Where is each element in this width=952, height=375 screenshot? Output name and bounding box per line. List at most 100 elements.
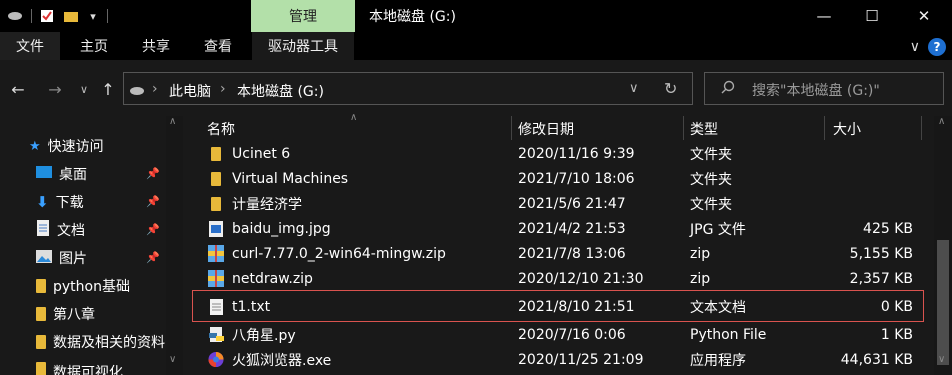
drive-icon [129, 84, 145, 100]
column-divider[interactable] [921, 116, 922, 140]
file-date: 2021/8/10 21:51 [518, 298, 635, 315]
properties-icon[interactable] [37, 0, 57, 32]
file-type: 文本文档 [690, 299, 746, 316]
file-type: Python File [690, 326, 767, 343]
folder-icon [208, 170, 224, 187]
sidebar-item-label: 数据及相关的资料 [53, 335, 165, 351]
column-divider[interactable] [824, 116, 825, 140]
file-row-selected[interactable]: t1.txt 2021/8/10 21:51 文本文档 0 KB [192, 290, 924, 322]
search-box[interactable]: 搜索"本地磁盘 (G:)" [704, 72, 944, 105]
breadcrumb-separator[interactable]: › [220, 81, 226, 97]
file-row[interactable]: baidu_img.jpg 2021/4/2 21:53 JPG 文件 425 … [188, 216, 926, 241]
zip-file-icon [208, 270, 224, 287]
pin-icon[interactable]: 📌 [146, 167, 160, 180]
scroll-down-icon[interactable]: ∨ [169, 354, 176, 365]
column-divider[interactable] [511, 116, 512, 140]
file-name: 火狐浏览器.exe [232, 352, 332, 369]
folder-icon [36, 362, 46, 375]
expand-ribbon-button[interactable]: ∨ [910, 39, 920, 55]
tab-share[interactable]: 共享 [128, 32, 184, 60]
tab-drive-tools[interactable]: 驱动器工具 [252, 32, 354, 60]
file-list-scrollbar[interactable]: ∧ ∨ [934, 116, 952, 375]
column-divider[interactable] [683, 116, 684, 140]
file-row[interactable]: 计量经济学 2021/5/6 21:47 文件夹 [188, 191, 926, 216]
sidebar-item-label: 下载 [55, 195, 84, 211]
folder-icon [36, 335, 46, 349]
file-name-cell: t1.txt [208, 294, 270, 319]
file-name-cell: Ucinet 6 [208, 141, 290, 166]
sort-indicator-icon: ∧ [350, 112, 358, 123]
document-icon [36, 220, 50, 240]
tab-file[interactable]: 文件 [0, 32, 60, 60]
column-header-name[interactable]: 名称 [207, 116, 235, 142]
manage-tab[interactable]: 管理 [251, 0, 355, 32]
image-file-icon [208, 220, 224, 237]
search-input[interactable]: 搜索"本地磁盘 (G:)" [752, 80, 880, 100]
file-name: curl-7.77.0_2-win64-mingw.zip [232, 245, 446, 262]
up-button[interactable]: ↑ [97, 78, 119, 100]
file-type: JPG 文件 [690, 221, 746, 238]
customize-toolbar-icon[interactable]: ▾ [85, 0, 101, 32]
scrollbar-thumb[interactable] [937, 240, 949, 365]
sidebar-item-data-materials[interactable]: 数据及相关的资料 [36, 328, 166, 356]
file-name: Virtual Machines [232, 170, 349, 187]
ribbon-tabs: 文件 主页 共享 查看 驱动器工具 ∨ ? [0, 32, 952, 60]
navigation-bar: ← → ∨ ↑ › 此电脑 › 本地磁盘 (G:) ∨ ↻ 搜索"本地磁盘 (G… [0, 60, 952, 116]
pin-icon[interactable]: 📌 [146, 195, 160, 208]
file-row[interactable]: 火狐浏览器.exe 2020/11/25 21:09 应用程序 44,631 K… [188, 347, 926, 372]
column-header-type[interactable]: 类型 [690, 116, 718, 142]
scroll-up-icon[interactable]: ∧ [938, 116, 945, 127]
sidebar-item-label: 桌面 [59, 167, 87, 183]
folder-icon [208, 145, 224, 162]
desktop-icon [36, 166, 52, 182]
forward-button[interactable]: → [44, 78, 66, 100]
file-name: Ucinet 6 [232, 145, 291, 162]
toolbar-divider [107, 9, 108, 23]
file-name-cell: baidu_img.jpg [208, 216, 331, 241]
breadcrumb-drive-g[interactable]: 本地磁盘 (G:) [237, 81, 324, 101]
address-dropdown-button[interactable]: ∨ [629, 81, 639, 96]
column-header-size[interactable]: 大小 [833, 116, 861, 142]
file-type: 文件夹 [690, 171, 732, 188]
drive-icon[interactable] [4, 0, 26, 32]
file-row[interactable]: Ucinet 6 2020/11/16 9:39 文件夹 [188, 141, 926, 166]
address-bar[interactable]: › 此电脑 › 本地磁盘 (G:) ∨ ↻ [123, 72, 693, 105]
tab-view[interactable]: 查看 [190, 32, 246, 60]
file-row[interactable]: curl-7.77.0_2-win64-mingw.zip 2021/7/8 1… [188, 241, 926, 266]
file-name: 八角星.py [232, 327, 296, 344]
file-row[interactable]: Virtual Machines 2021/7/10 18:06 文件夹 [188, 166, 926, 191]
file-date: 2020/11/25 21:09 [518, 351, 644, 368]
ribbon-controls: ∨ ? [910, 38, 946, 56]
file-size: 44,631 KB [840, 351, 913, 368]
file-date: 2020/7/16 0:06 [518, 326, 626, 343]
tab-home[interactable]: 主页 [66, 32, 122, 60]
sidebar-scrollbar[interactable]: ∧ ∨ [166, 116, 183, 375]
file-date: 2021/4/2 21:53 [518, 220, 626, 237]
file-row[interactable]: netdraw.zip 2020/12/10 21:30 zip 2,357 K… [188, 266, 926, 291]
file-name-cell: netdraw.zip [208, 266, 313, 291]
maximize-button[interactable]: ☐ [848, 0, 896, 32]
breadcrumb-separator[interactable]: › [152, 81, 158, 97]
minimize-button[interactable]: — [800, 0, 848, 32]
new-folder-icon[interactable] [61, 0, 81, 32]
refresh-button[interactable]: ↻ [664, 79, 677, 98]
scroll-up-icon[interactable]: ∧ [169, 116, 176, 127]
window-title: 本地磁盘 (G:) [369, 9, 456, 25]
pin-icon[interactable]: 📌 [146, 223, 160, 236]
breadcrumb-this-pc[interactable]: 此电脑 [169, 81, 211, 101]
file-size: 2,357 KB [849, 270, 913, 287]
help-button[interactable]: ? [928, 38, 946, 56]
recent-locations-button[interactable]: ∨ [73, 78, 95, 100]
sidebar-item-label: 第八章 [53, 307, 95, 323]
file-name-cell: Virtual Machines [208, 166, 348, 191]
scroll-down-icon[interactable]: ∨ [938, 354, 945, 365]
file-name: baidu_img.jpg [232, 220, 331, 237]
back-button[interactable]: ← [7, 78, 29, 100]
file-row[interactable]: 八角星.py 2020/7/16 0:06 Python File 1 KB [188, 322, 926, 347]
column-header-date[interactable]: 修改日期 [518, 116, 574, 142]
close-button[interactable]: ✕ [900, 0, 948, 32]
search-icon [721, 80, 735, 98]
file-name: t1.txt [232, 298, 271, 315]
pin-icon[interactable]: 📌 [146, 251, 160, 264]
file-name-cell: curl-7.77.0_2-win64-mingw.zip [208, 241, 446, 266]
